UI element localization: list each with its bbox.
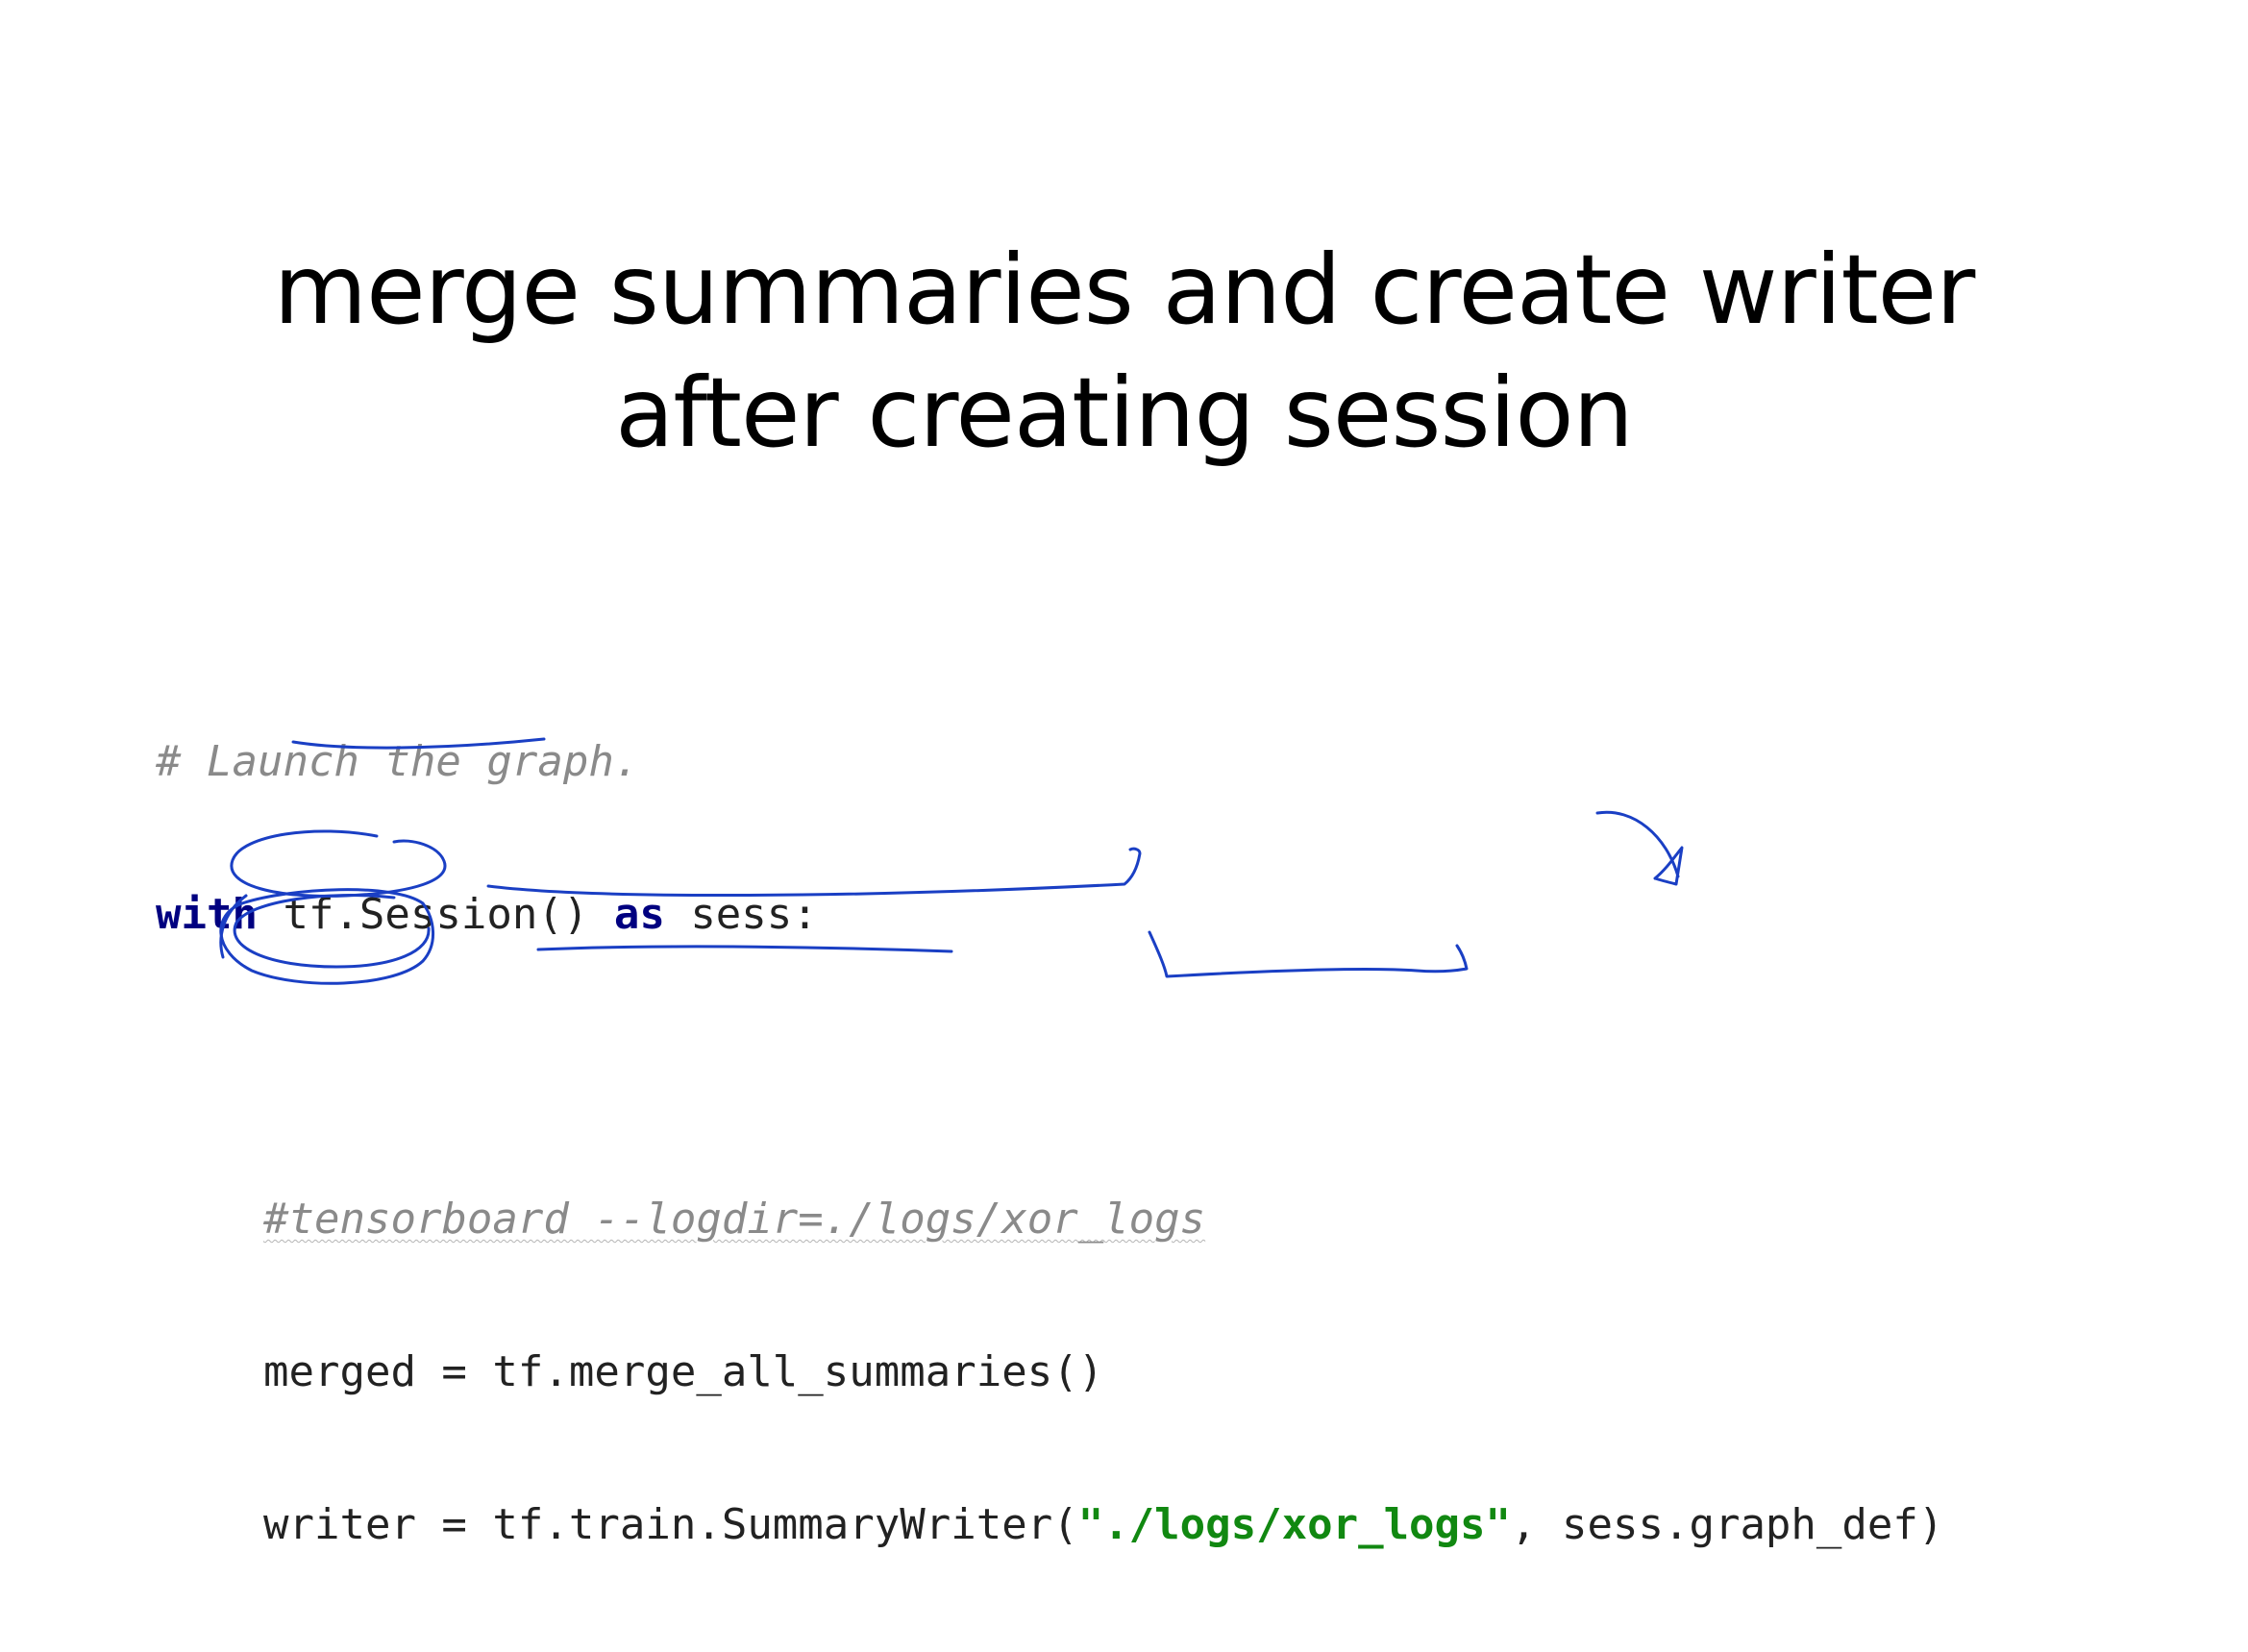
slide: merge summaries and create writer after … <box>0 0 2248 1590</box>
keyword-with: with <box>156 890 258 939</box>
code-line-4: merged = tf.merge_all_summaries() <box>156 1346 1943 1397</box>
title-line-2: after creating session <box>615 357 1634 469</box>
code-block: # Launch the graph. with tf.Session() as… <box>156 634 1943 1652</box>
code-line-2: with tf.Session() as sess: <box>156 889 1943 940</box>
comment-launch-graph: # Launch the graph. <box>156 737 640 786</box>
slide-title: merge summaries and create writer after … <box>0 229 2248 475</box>
code-line-5: writer = tf.train.SummaryWriter("./logs/… <box>156 1499 1943 1550</box>
keyword-as: as <box>613 890 665 939</box>
merged-statement: merged = tf.merge_all_summaries() <box>263 1347 1104 1396</box>
logdir-string: "./logs/xor_logs" <box>1077 1500 1512 1549</box>
comment-tensorboard: #tensorboard --logdir=./logs/xor_logs <box>263 1195 1206 1244</box>
title-line-1: merge summaries and create writer <box>273 234 1976 346</box>
writer-prefix: writer = tf.train.SummaryWriter( <box>263 1500 1078 1549</box>
session-call: tf.Session() <box>257 890 614 939</box>
session-var: sess: <box>664 890 818 939</box>
writer-suffix: , sess.graph_def) <box>1511 1500 1944 1549</box>
code-line-3: #tensorboard --logdir=./logs/xor_logs <box>156 1194 1943 1245</box>
code-line-1: # Launch the graph. <box>156 736 1943 787</box>
